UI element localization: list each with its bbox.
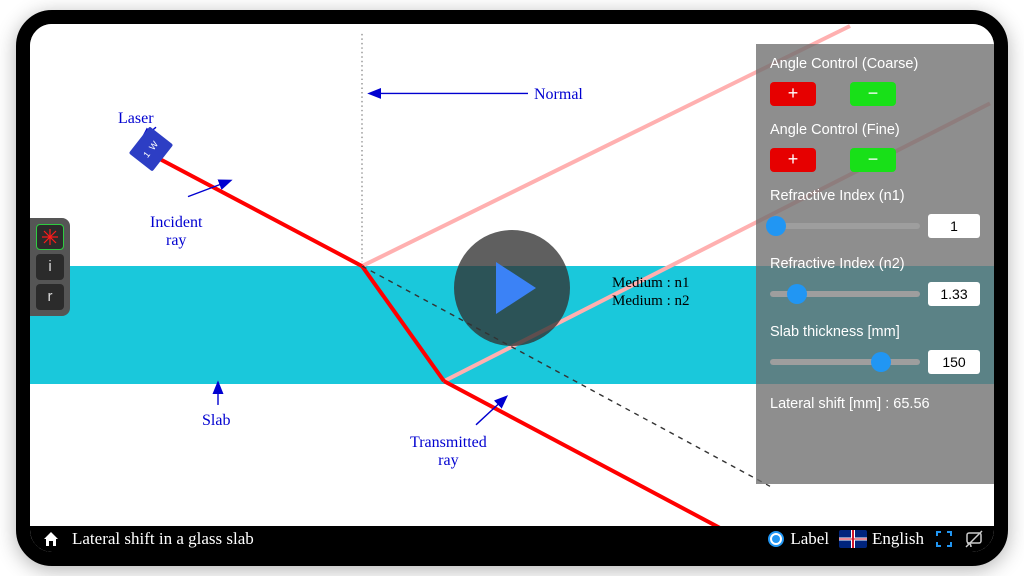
incident-ray-label: Incident ray bbox=[150, 214, 202, 249]
angle-fine-title: Angle Control (Fine) bbox=[770, 122, 980, 138]
n2-slider[interactable] bbox=[770, 291, 920, 297]
language-label: English bbox=[872, 529, 924, 549]
n1-slider[interactable] bbox=[770, 223, 920, 229]
transmitted-ray-label: Transmitted ray bbox=[410, 434, 487, 469]
laser-device: 1 W bbox=[129, 126, 174, 171]
radio-icon bbox=[768, 531, 784, 547]
cast-button[interactable] bbox=[964, 529, 984, 549]
medium-labels: Medium : n1 Medium : n2 bbox=[612, 274, 690, 310]
laser-label: Laser bbox=[118, 110, 154, 128]
angle-r-button[interactable]: r bbox=[36, 284, 64, 310]
angle-coarse-plus-button[interactable]: + bbox=[770, 82, 816, 106]
cast-off-icon bbox=[965, 530, 983, 548]
control-panel: Angle Control (Coarse) + − Angle Control… bbox=[756, 44, 994, 484]
n1-title: Refractive Index (n1) bbox=[770, 188, 980, 204]
n2-title: Refractive Index (n2) bbox=[770, 256, 980, 272]
uk-flag-icon bbox=[839, 530, 867, 548]
lateral-shift-readout: Lateral shift [mm] : 65.56 bbox=[770, 396, 980, 412]
fullscreen-icon bbox=[936, 531, 952, 547]
laser-star-icon bbox=[41, 228, 59, 246]
home-icon bbox=[42, 530, 60, 548]
angle-coarse-minus-button[interactable]: − bbox=[850, 82, 896, 106]
thickness-slider[interactable] bbox=[770, 359, 920, 365]
play-overlay-button[interactable] bbox=[454, 230, 570, 346]
page-title: Lateral shift in a glass slab bbox=[72, 529, 254, 549]
angle-coarse-title: Angle Control (Coarse) bbox=[770, 56, 980, 72]
thickness-slider-thumb[interactable] bbox=[871, 352, 891, 372]
left-toolbar: i r bbox=[30, 218, 70, 316]
thickness-value: 150 bbox=[928, 350, 980, 374]
angle-fine-minus-button[interactable]: − bbox=[850, 148, 896, 172]
label-toggle[interactable]: Label bbox=[768, 529, 829, 549]
home-button[interactable] bbox=[40, 528, 62, 550]
bottom-bar: Lateral shift in a glass slab Label Engl… bbox=[30, 526, 994, 552]
angle-fine-plus-button[interactable]: + bbox=[770, 148, 816, 172]
label-toggle-text: Label bbox=[790, 529, 829, 549]
n1-slider-thumb[interactable] bbox=[766, 216, 786, 236]
n2-slider-thumb[interactable] bbox=[787, 284, 807, 304]
language-selector[interactable]: English bbox=[839, 529, 924, 549]
device-frame: 1 W Laser Incident ray Slab Transmitted … bbox=[16, 10, 1008, 566]
fullscreen-button[interactable] bbox=[934, 529, 954, 549]
thickness-title: Slab thickness [mm] bbox=[770, 324, 980, 340]
slab-label: Slab bbox=[202, 412, 230, 430]
laser-power-label: 1 W bbox=[141, 138, 161, 159]
normal-label: Normal bbox=[534, 86, 583, 104]
n2-value: 1.33 bbox=[928, 282, 980, 306]
n1-value: 1 bbox=[928, 214, 980, 238]
play-icon bbox=[496, 262, 536, 314]
angle-i-button[interactable]: i bbox=[36, 254, 64, 280]
laser-toggle-button[interactable] bbox=[36, 224, 64, 250]
